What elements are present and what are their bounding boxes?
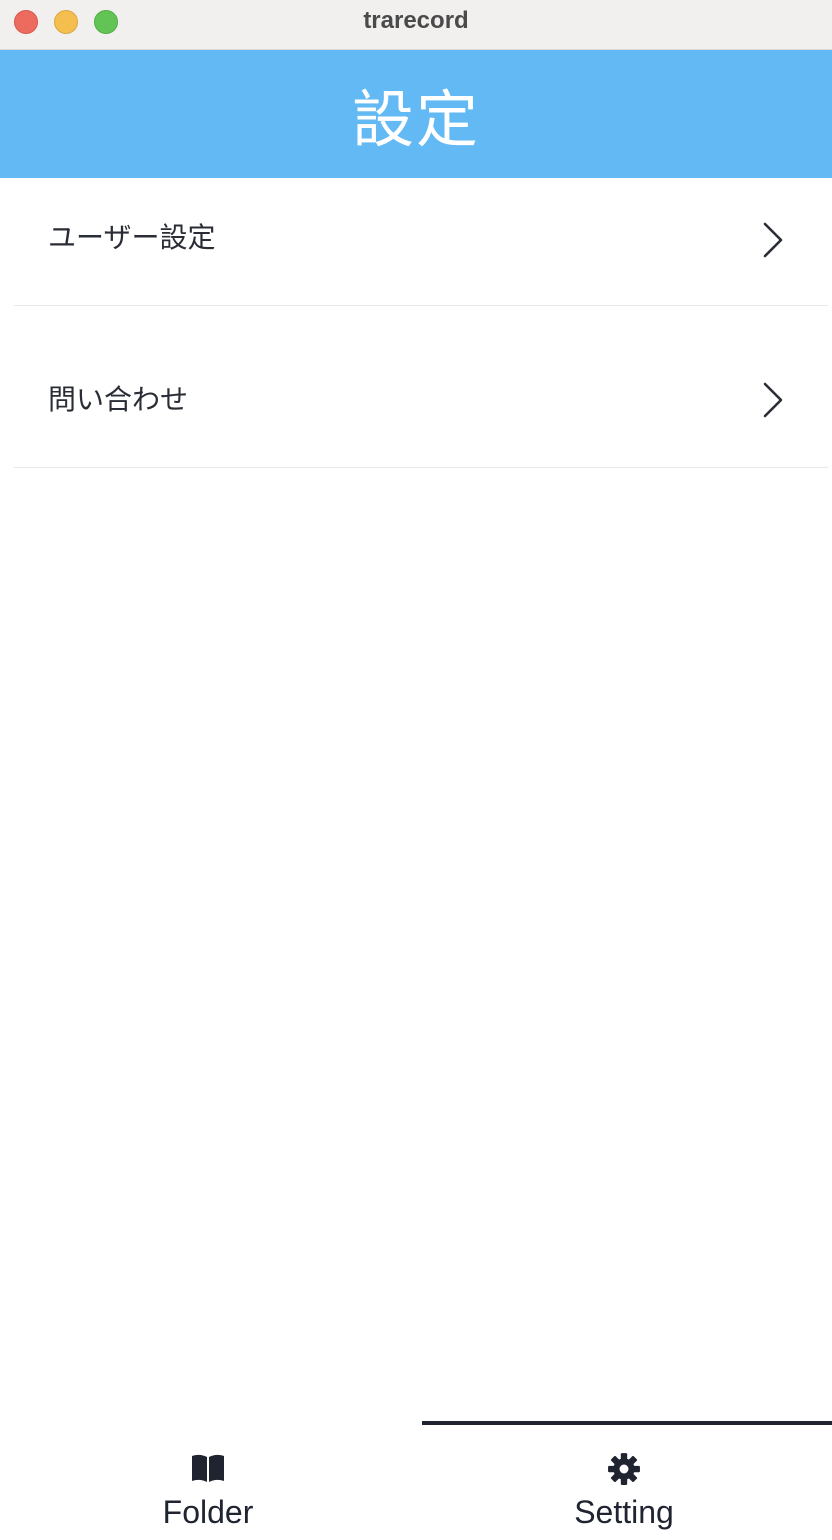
tab-folder[interactable]: Folder	[0, 1420, 416, 1540]
page-header: 設定	[0, 50, 832, 178]
page-title: 設定	[351, 83, 480, 156]
settings-item-user-settings[interactable]: ユーザー設定	[14, 178, 828, 306]
settings-item-label: 問い合わせ	[48, 383, 189, 416]
window-title: trarecord	[363, 7, 469, 34]
window-titlebar: trarecord	[0, 0, 832, 50]
settings-list: ユーザー設定 問い合わせ	[14, 178, 828, 468]
tab-label: Folder	[162, 1494, 254, 1530]
settings-item-contact[interactable]: 問い合わせ	[14, 340, 828, 468]
chevron-right-icon	[763, 222, 783, 258]
gear-icon	[608, 1453, 640, 1485]
settings-item-label: ユーザー設定	[48, 221, 216, 254]
chevron-right-icon	[763, 382, 783, 418]
book-open-icon	[192, 1454, 224, 1482]
bottom-tab-bar: Folder Setting	[0, 1420, 832, 1540]
tab-setting[interactable]: Setting	[416, 1420, 832, 1540]
tab-label: Setting	[574, 1494, 674, 1530]
